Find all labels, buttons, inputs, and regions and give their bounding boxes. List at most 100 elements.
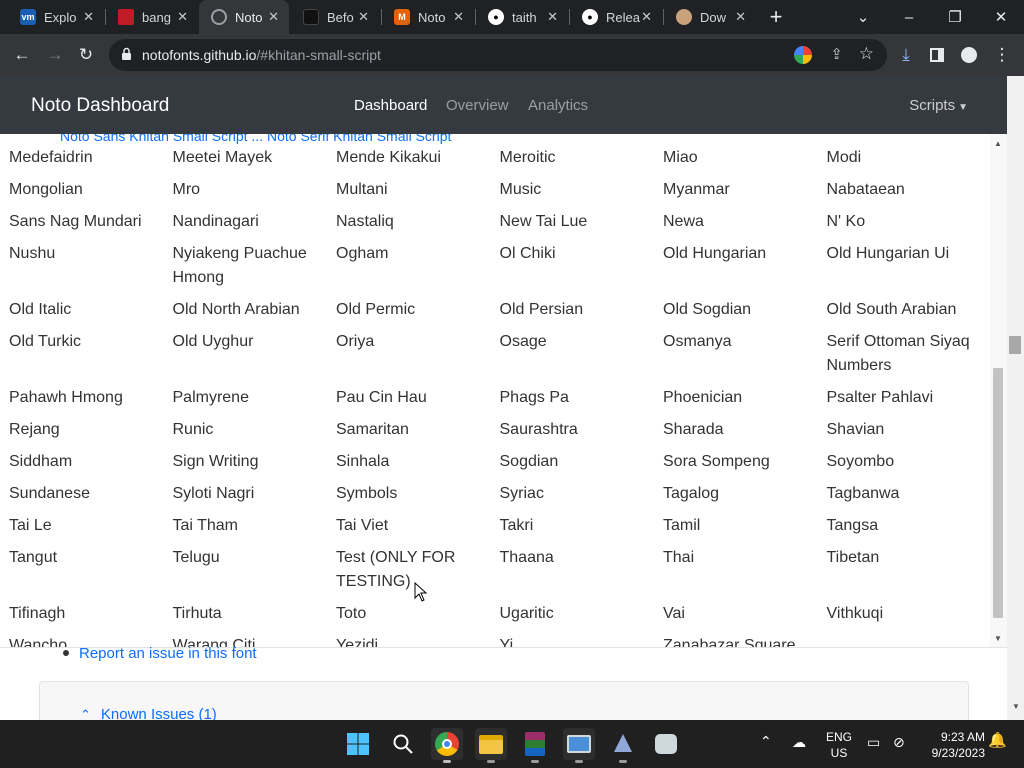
report-issue-link[interactable]: Report an issue in this font (79, 645, 257, 662)
script-link[interactable]: Soyombo (827, 450, 991, 474)
tab-search-chevron-icon[interactable]: ⌄ (840, 0, 886, 34)
script-link[interactable]: Meroitic (500, 146, 664, 170)
search-icon[interactable] (387, 728, 419, 760)
file-explorer-icon[interactable] (475, 728, 507, 763)
script-link[interactable]: Newa (663, 210, 827, 234)
script-link[interactable]: Tagalog (663, 482, 827, 506)
script-link[interactable]: Mende Kikakui (336, 146, 500, 170)
script-link[interactable]: Vai (663, 602, 827, 626)
script-link[interactable]: Multani (336, 178, 500, 202)
browser-tab[interactable]: Befo ✕ (291, 0, 379, 34)
close-tab-icon[interactable]: ✕ (83, 9, 94, 25)
page-scrollbar[interactable]: ▼ (1007, 76, 1024, 720)
script-link[interactable]: Modi (827, 146, 991, 170)
script-link[interactable]: Ol Chiki (500, 242, 664, 290)
script-link[interactable]: Rejang (9, 418, 173, 442)
clock[interactable]: 9:23 AM 9/23/2023 (921, 729, 985, 761)
script-link[interactable]: Toto (336, 602, 500, 626)
minimize-button[interactable]: – (886, 0, 932, 34)
script-link[interactable]: Syloti Nagri (173, 482, 337, 506)
script-link[interactable]: Phoenician (663, 386, 827, 410)
script-link[interactable]: Osmanya (663, 330, 827, 378)
script-link[interactable]: Tibetan (827, 546, 991, 594)
script-link[interactable]: Thaana (500, 546, 664, 594)
script-link[interactable]: Syriac (500, 482, 664, 506)
script-link[interactable]: Old South Arabian (827, 298, 991, 322)
browser-tab[interactable]: ● taith ✕ (476, 0, 568, 34)
winrar-icon[interactable] (519, 728, 551, 763)
script-link[interactable]: Pahawh Hmong (9, 386, 173, 410)
script-link[interactable]: Nandinagari (173, 210, 337, 234)
close-tab-icon[interactable]: ✕ (177, 9, 188, 25)
close-tab-icon[interactable]: ✕ (268, 9, 279, 25)
scroll-down-arrow-icon[interactable]: ▼ (994, 634, 1002, 643)
close-tab-icon[interactable]: ✕ (641, 9, 652, 25)
script-link[interactable]: N' Ko (827, 210, 991, 234)
script-link[interactable]: Nabataean (827, 178, 991, 202)
script-link[interactable]: Tai Viet (336, 514, 500, 538)
script-link[interactable]: Pau Cin Hau (336, 386, 500, 410)
script-link[interactable]: Meetei Mayek (173, 146, 337, 170)
share-icon[interactable]: ⇪ (830, 45, 843, 63)
windows-start-icon[interactable] (342, 728, 374, 760)
script-link[interactable]: Mongolian (9, 178, 173, 202)
script-link[interactable]: Old Italic (9, 298, 173, 322)
close-tab-icon[interactable]: ✕ (453, 9, 464, 25)
side-panel-icon[interactable] (923, 41, 951, 69)
script-link[interactable]: Nyiakeng Puachue Hmong (173, 242, 337, 290)
script-link[interactable]: Thai (663, 546, 827, 594)
partially-hidden-link[interactable]: Noto Sans Khitan Small Script ... Noto S… (60, 134, 451, 144)
script-link[interactable]: Sinhala (336, 450, 500, 474)
script-link[interactable]: Nushu (9, 242, 173, 290)
notifications-bell-icon[interactable]: 🔔 (988, 733, 1007, 749)
browser-tab[interactable]: M Noto ✕ (382, 0, 474, 34)
script-link[interactable]: Tangut (9, 546, 173, 594)
remote-desktop-icon[interactable] (563, 728, 595, 763)
show-hidden-icons-chevron-icon[interactable]: ⌃ (760, 733, 772, 749)
script-link[interactable]: Music (500, 178, 664, 202)
new-tab-button[interactable]: + (754, 0, 798, 34)
script-link[interactable]: Telugu (173, 546, 337, 594)
script-link[interactable]: Medefaidrin (9, 146, 173, 170)
page-scrollbar-thumb[interactable] (1009, 336, 1021, 354)
script-link[interactable]: Nastaliq (336, 210, 500, 234)
script-link[interactable]: Ogham (336, 242, 500, 290)
script-link[interactable]: Old Turkic (9, 330, 173, 378)
script-link[interactable]: Tamil (663, 514, 827, 538)
script-link[interactable]: Saurashtra (500, 418, 664, 442)
script-link[interactable]: Tai Le (9, 514, 173, 538)
menu-kebab-icon[interactable]: ⋮ (988, 41, 1016, 69)
browser-tab-active[interactable]: Noto ✕ (199, 0, 289, 34)
browser-tab[interactable]: Dow ✕ (664, 0, 756, 34)
restore-button[interactable]: ❐ (932, 0, 978, 34)
script-link[interactable]: Sogdian (500, 450, 664, 474)
brand-title[interactable]: Noto Dashboard (31, 95, 169, 117)
script-link[interactable]: Runic (173, 418, 337, 442)
reload-button[interactable]: ↻ (72, 41, 100, 69)
script-link[interactable]: Old Hungarian (663, 242, 827, 290)
forward-button[interactable]: → (41, 41, 69, 69)
script-link[interactable]: Myanmar (663, 178, 827, 202)
script-link[interactable]: Siddham (9, 450, 173, 474)
volume-muted-icon[interactable]: ⊘ (893, 734, 905, 750)
script-link[interactable]: Mro (173, 178, 337, 202)
frame-scrollbar[interactable]: ▲ ▼ (990, 134, 1007, 647)
scroll-down-arrow-icon[interactable]: ▼ (1012, 702, 1020, 711)
back-button[interactable]: ← (8, 41, 36, 69)
google-lens-icon[interactable] (794, 46, 812, 64)
script-link[interactable]: Tai Tham (173, 514, 337, 538)
script-link[interactable]: Sans Nag Mundari (9, 210, 173, 234)
script-link[interactable]: Yi (500, 634, 664, 647)
script-link[interactable]: Serif Ottoman Siyaq Numbers (827, 330, 991, 378)
script-link[interactable]: Vithkuqi (827, 602, 991, 626)
close-tab-icon[interactable]: ✕ (735, 9, 746, 25)
network-icon[interactable]: ▭ (867, 734, 880, 750)
bookmark-star-icon[interactable]: ☆ (859, 44, 874, 64)
onedrive-icon[interactable]: ☁ (792, 734, 806, 750)
close-window-button[interactable]: ✕ (978, 0, 1024, 34)
script-link[interactable]: Psalter Pahlavi (827, 386, 991, 410)
script-link[interactable]: Old Sogdian (663, 298, 827, 322)
script-link[interactable]: Palmyrene (173, 386, 337, 410)
browser-tab[interactable]: bang ✕ (106, 0, 198, 34)
close-tab-icon[interactable]: ✕ (358, 9, 369, 25)
